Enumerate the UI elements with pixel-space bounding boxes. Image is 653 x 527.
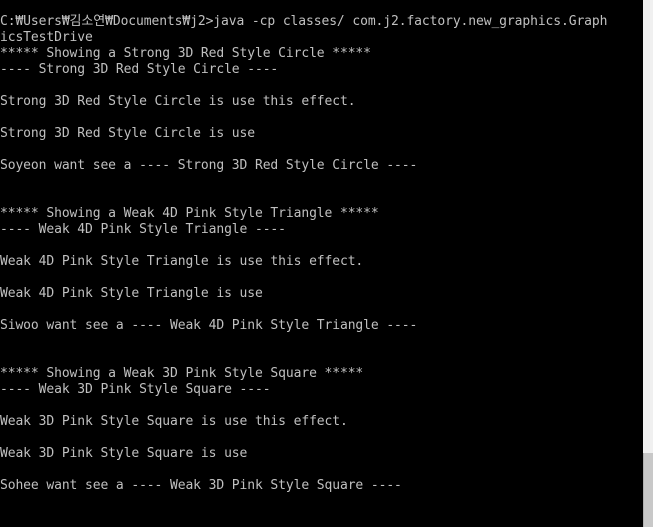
console-line-command: C:₩Users₩김소연₩Documents₩j2>java -cp class…	[0, 14, 608, 29]
console-line: ---- Weak 3D Pink Style Square ----	[0, 382, 271, 397]
console-line: Sohee want see a ---- Weak 3D Pink Style…	[0, 478, 402, 493]
console-line: ***** Showing a Weak 3D Pink Style Squar…	[0, 366, 364, 381]
console-line: Soyeon want see a ---- Strong 3D Red Sty…	[0, 158, 418, 173]
console-line: ---- Weak 4D Pink Style Triangle ----	[0, 222, 286, 237]
vertical-scrollbar[interactable]	[643, 0, 653, 527]
console-line: Weak 4D Pink Style Triangle is use	[0, 286, 263, 301]
console-line: ---- Strong 3D Red Style Circle ----	[0, 62, 279, 77]
console-line: Weak 3D Pink Style Square is use this ef…	[0, 414, 348, 429]
console-line: ***** Showing a Weak 4D Pink Style Trian…	[0, 206, 379, 221]
console-line: ***** Showing a Strong 3D Red Style Circ…	[0, 46, 371, 61]
console-line: Weak 3D Pink Style Square is use	[0, 446, 248, 461]
console-line: Weak 4D Pink Style Triangle is use this …	[0, 254, 364, 269]
console-line: Strong 3D Red Style Circle is use	[0, 126, 255, 141]
console-line: Strong 3D Red Style Circle is use this e…	[0, 94, 356, 109]
console-line: Siwoo want see a ---- Weak 4D Pink Style…	[0, 318, 418, 333]
scrollbar-thumb[interactable]	[643, 453, 653, 527]
console-output[interactable]: C:₩Users₩김소연₩Documents₩j2>java -cp class…	[0, 0, 643, 527]
console-line-command-wrap: icsTestDrive	[0, 30, 93, 45]
